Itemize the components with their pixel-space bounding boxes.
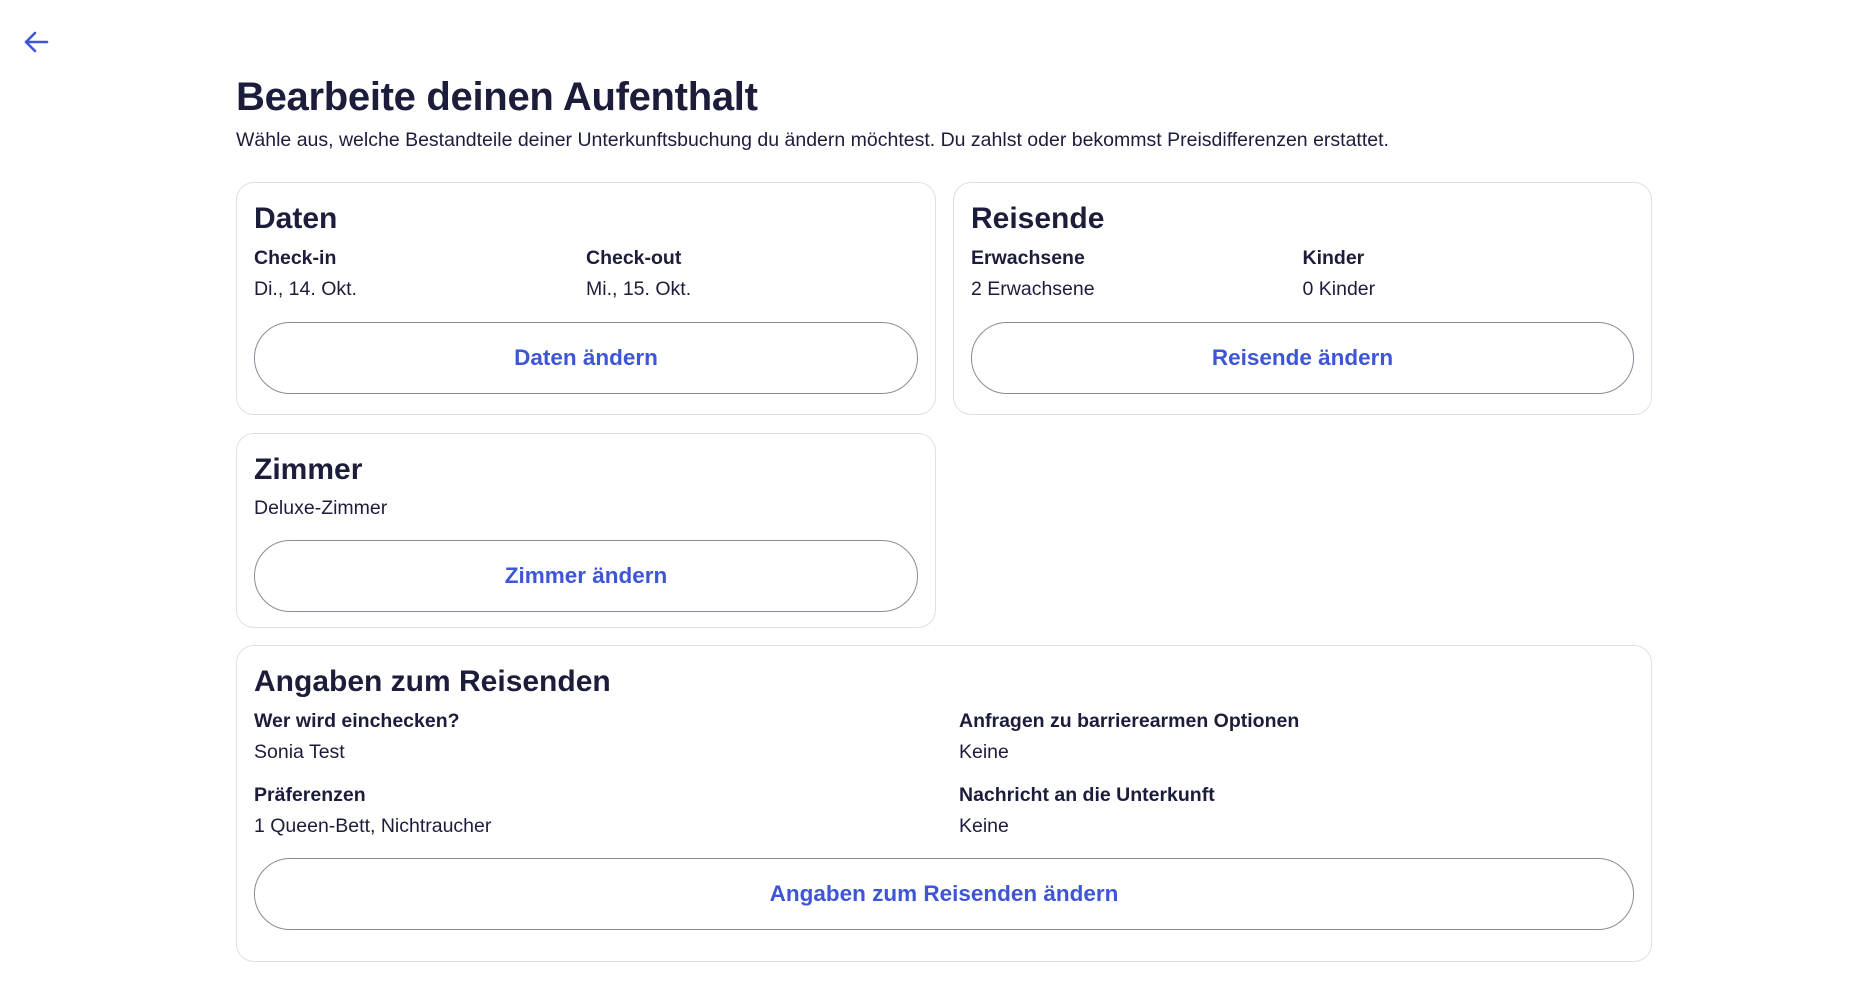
message-value: Keine [959,815,1009,837]
checkout-field: Check-out Mi., 15. Okt. [586,245,918,303]
children-label: Kinder [1302,247,1365,269]
adults-field: Erwachsene 2 Erwachsene [971,245,1303,303]
adults-label: Erwachsene [971,247,1085,269]
traveler-details-fields: Wer wird einchecken? Sonia Test Anfragen… [254,708,1634,840]
checkin-field: Check-in Di., 14. Okt. [254,245,586,303]
dates-card-title: Daten [254,202,338,235]
accessibility-field: Anfragen zu barrierearmen Optionen Keine [959,708,1634,766]
traveler-details-card: Angaben zum Reisenden Wer wird einchecke… [236,645,1652,962]
checkin-person-label: Wer wird einchecken? [254,710,460,732]
children-value: 0 Kinder [1302,278,1376,300]
checkin-label: Check-in [254,247,337,269]
message-label: Nachricht an die Unterkunft [959,784,1215,806]
arrow-left-icon [24,31,49,53]
accessibility-label: Anfragen zu barrierearmen Optionen [959,710,1300,732]
checkin-person-field: Wer wird einchecken? Sonia Test [254,708,959,766]
preferences-value: 1 Queen-Bett, Nichtraucher [254,815,492,837]
change-room-button[interactable]: Zimmer ändern [254,540,918,612]
room-card: Zimmer Deluxe-Zimmer Zimmer ändern [236,433,936,628]
travelers-card: Reisende Erwachsene 2 Erwachsene Kinder … [953,182,1652,415]
change-dates-button[interactable]: Daten ändern [254,322,918,394]
message-field: Nachricht an die Unterkunft Keine [959,782,1634,840]
main-content: Bearbeite deinen Aufenthalt Wähle aus, w… [236,70,1652,962]
preferences-label: Präferenzen [254,784,366,806]
travelers-card-title: Reisende [971,202,1105,235]
adults-value: 2 Erwachsene [971,278,1095,300]
travelers-fields: Erwachsene 2 Erwachsene Kinder 0 Kinder [971,245,1634,303]
cards-grid: Daten Check-in Di., 14. Okt. Check-out M… [236,182,1652,962]
accessibility-value: Keine [959,741,1009,763]
children-field: Kinder 0 Kinder [1303,245,1635,303]
room-card-title: Zimmer [254,453,363,486]
dates-card: Daten Check-in Di., 14. Okt. Check-out M… [236,182,936,415]
dates-fields: Check-in Di., 14. Okt. Check-out Mi., 15… [254,245,918,303]
checkin-person-value: Sonia Test [254,741,345,763]
page-subtitle: Wähle aus, welche Bestandteile deiner Un… [236,129,1389,151]
preferences-field: Präferenzen 1 Queen-Bett, Nichtraucher [254,782,959,840]
checkin-value: Di., 14. Okt. [254,278,357,300]
traveler-details-title: Angaben zum Reisenden [254,665,611,698]
checkout-label: Check-out [586,247,682,269]
change-traveler-details-button[interactable]: Angaben zum Reisenden ändern [254,858,1634,930]
back-button[interactable] [14,20,58,64]
change-travelers-button[interactable]: Reisende ändern [971,322,1634,394]
page-title: Bearbeite deinen Aufenthalt [236,75,758,119]
room-value: Deluxe-Zimmer [254,497,388,519]
checkout-value: Mi., 15. Okt. [586,278,692,300]
